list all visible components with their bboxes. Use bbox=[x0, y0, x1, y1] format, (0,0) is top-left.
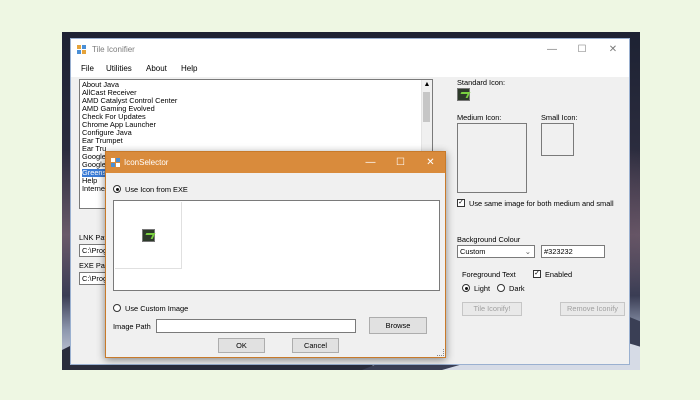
chevron-down-icon: ⌄ bbox=[524, 247, 531, 256]
menu-utilities[interactable]: Utilities bbox=[106, 64, 132, 73]
browse-button[interactable]: Browse bbox=[369, 317, 427, 334]
dialog-titlebar: IconSelector — ☐ ✕ bbox=[106, 152, 445, 173]
exe-path-label: EXE Pat bbox=[79, 261, 107, 270]
menu-file[interactable]: File bbox=[81, 64, 94, 73]
window-title: Tile Iconifier bbox=[92, 45, 135, 54]
exe-icon-preview-area[interactable] bbox=[113, 200, 440, 291]
cancel-button[interactable]: Cancel bbox=[292, 338, 339, 353]
use-custom-image-radio[interactable] bbox=[113, 304, 121, 312]
menu-bar: File Utilities About Help bbox=[71, 61, 629, 77]
light-radio[interactable] bbox=[462, 284, 470, 292]
light-label: Light bbox=[474, 284, 491, 293]
small-icon-label: Small Icon: bbox=[541, 113, 578, 122]
same-image-checkbox[interactable]: ✓ bbox=[457, 199, 465, 207]
ok-button[interactable]: OK bbox=[218, 338, 265, 353]
background-select-value: Custom bbox=[460, 247, 486, 256]
dialog-app-icon bbox=[111, 158, 121, 167]
lnk-path-label: LNK Pat bbox=[79, 233, 107, 242]
small-icon-box[interactable] bbox=[541, 123, 574, 156]
maximize-button[interactable]: ☐ bbox=[566, 39, 598, 61]
minimize-button[interactable]: — bbox=[536, 39, 568, 61]
close-button[interactable]: ✕ bbox=[597, 39, 629, 61]
dialog-close-button[interactable]: ✕ bbox=[415, 152, 446, 173]
scroll-up-arrow-icon[interactable]: ▲ bbox=[422, 80, 432, 90]
icon-selector-dialog: IconSelector — ☐ ✕ Use Icon from EXE Use… bbox=[105, 151, 446, 358]
dialog-maximize-button[interactable]: ☐ bbox=[385, 152, 416, 173]
medium-icon-label: Medium Icon: bbox=[457, 113, 502, 122]
same-image-label: Use same image for both medium and small bbox=[469, 199, 614, 208]
dialog-title: IconSelector bbox=[124, 158, 169, 167]
dark-radio[interactable] bbox=[497, 284, 505, 292]
scroll-thumb[interactable] bbox=[423, 92, 430, 122]
menu-help[interactable]: Help bbox=[181, 64, 197, 73]
background-colour-label: Background Colour bbox=[457, 235, 521, 244]
use-icon-from-exe-label: Use Icon from EXE bbox=[125, 185, 188, 194]
dialog-minimize-button[interactable]: — bbox=[355, 152, 386, 173]
use-custom-image-label: Use Custom Image bbox=[125, 304, 189, 313]
enabled-checkbox[interactable]: ✓ bbox=[533, 270, 541, 278]
remove-iconify-button[interactable]: Remove Iconify bbox=[560, 302, 625, 316]
standard-icon-preview bbox=[457, 88, 470, 101]
standard-icon-label: Standard Icon: bbox=[457, 78, 506, 87]
use-icon-from-exe-radio[interactable] bbox=[113, 185, 121, 193]
exe-icon-tile[interactable] bbox=[115, 202, 182, 269]
enabled-label: Enabled bbox=[545, 270, 573, 279]
window-titlebar: Tile Iconifier — ☐ ✕ bbox=[71, 39, 629, 61]
app-icon bbox=[77, 45, 87, 54]
exe-icon bbox=[142, 229, 155, 242]
background-colour-select[interactable]: Custom ⌄ bbox=[457, 245, 535, 258]
menu-about[interactable]: About bbox=[146, 64, 167, 73]
image-path-input[interactable] bbox=[156, 319, 356, 333]
dark-label: Dark bbox=[509, 284, 525, 293]
background-hex-input[interactable]: #323232 bbox=[541, 245, 605, 258]
tile-iconify-button[interactable]: Tile Iconify! bbox=[462, 302, 522, 316]
image-path-label: Image Path bbox=[113, 322, 151, 331]
foreground-text-label: Foreground Text bbox=[462, 270, 516, 279]
medium-icon-box[interactable] bbox=[457, 123, 527, 193]
resize-grip-icon[interactable] bbox=[437, 349, 444, 356]
